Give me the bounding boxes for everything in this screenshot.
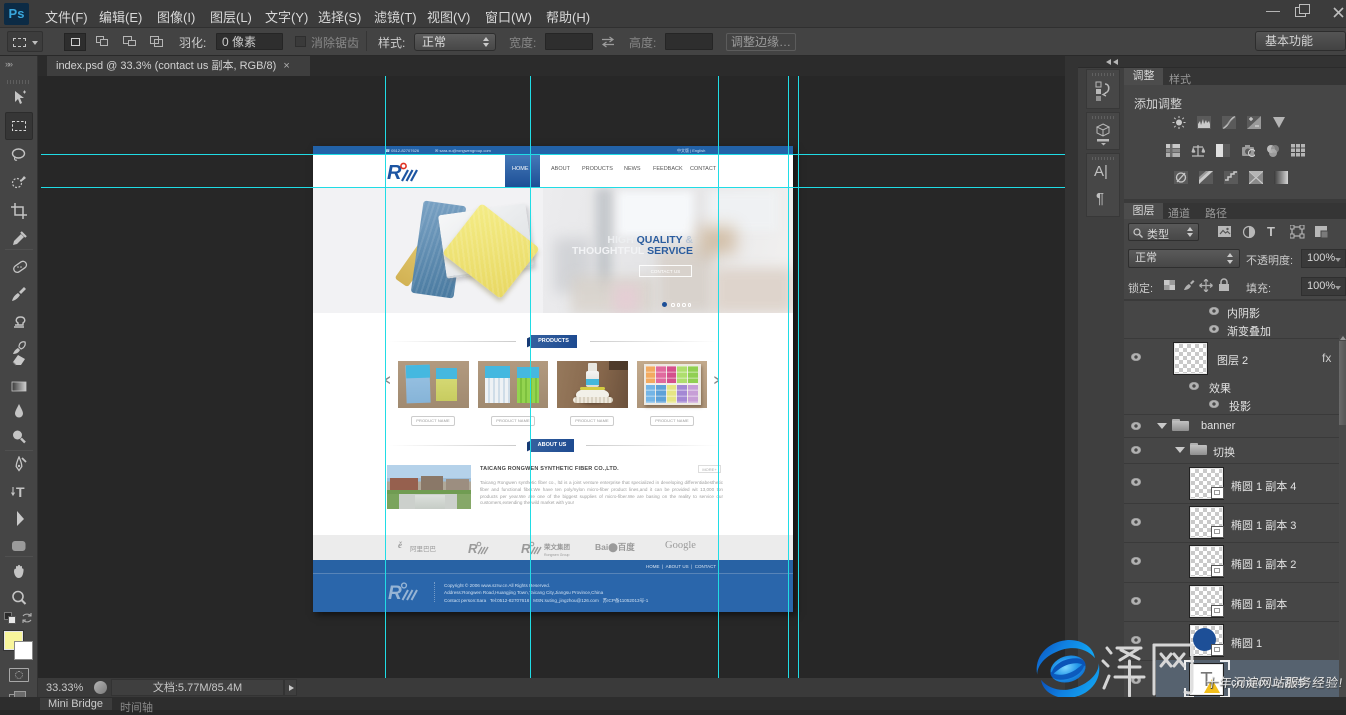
svg-text:R: R (387, 162, 402, 184)
svg-text:R: R (388, 583, 402, 604)
svg-text:T: T (16, 484, 25, 500)
svg-text:R: R (468, 541, 478, 556)
